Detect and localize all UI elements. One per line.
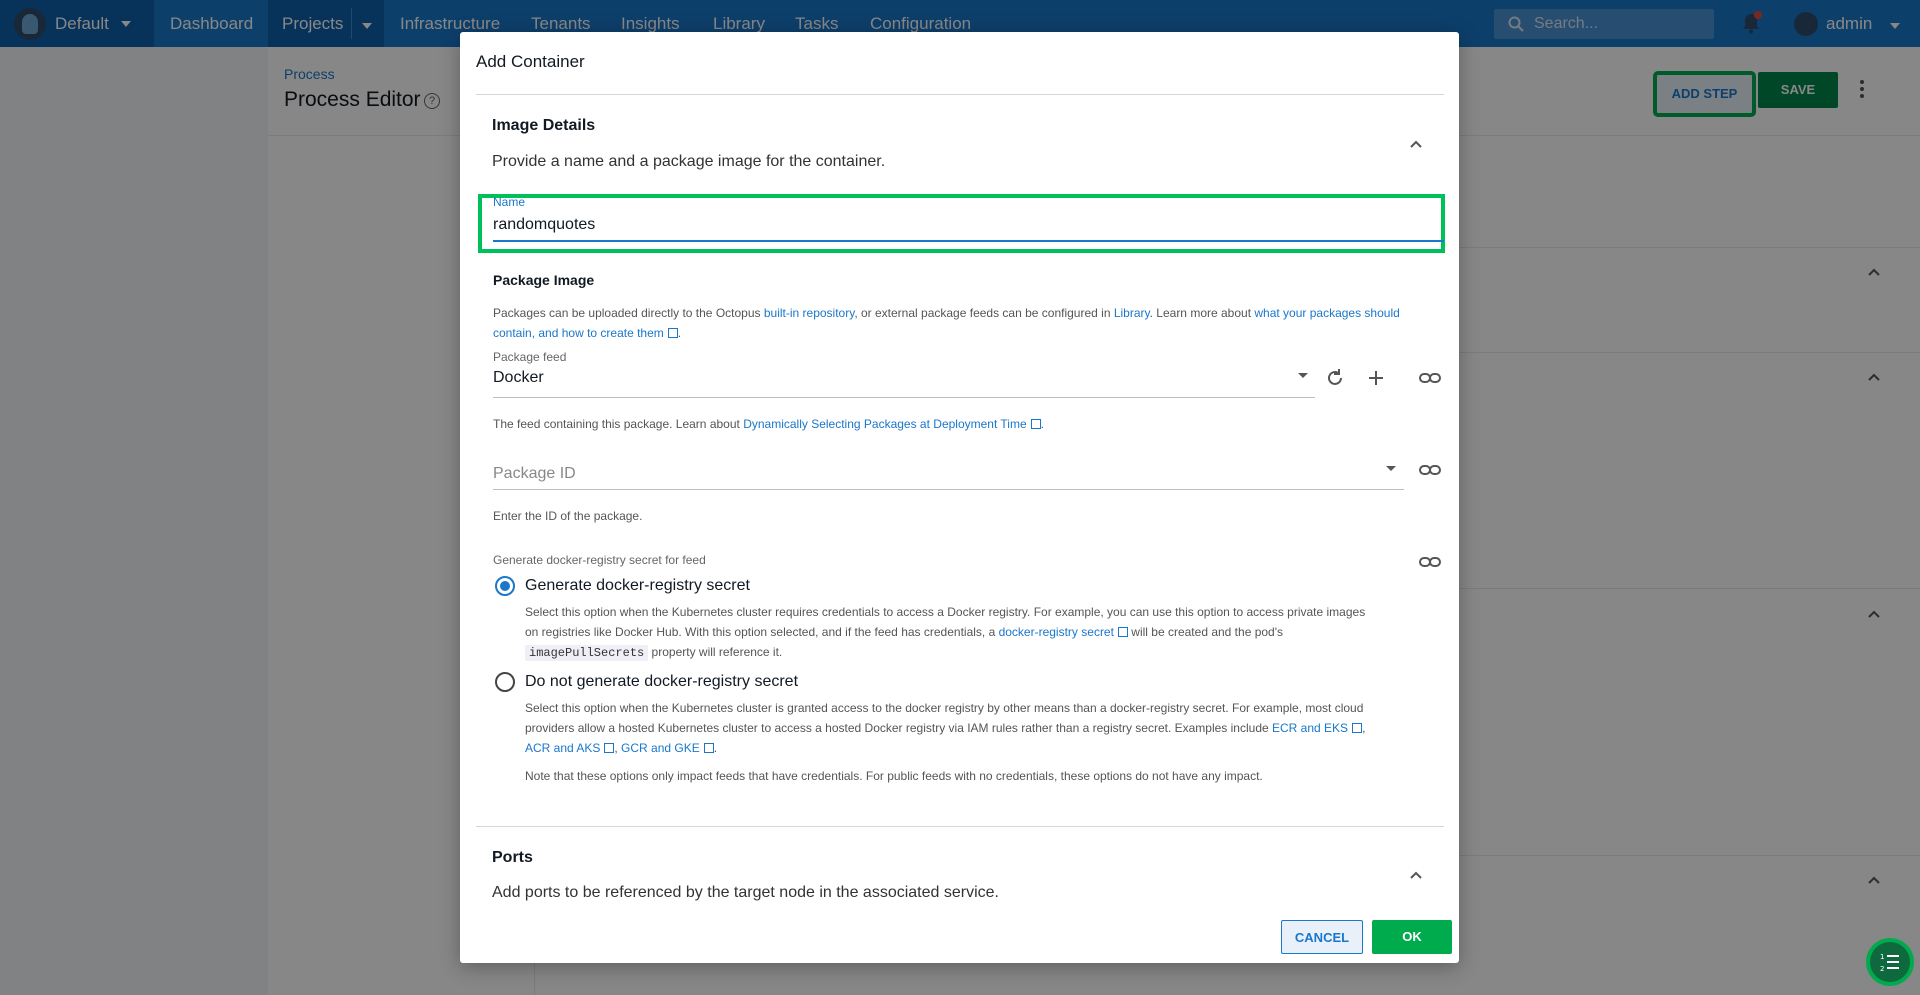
library-link[interactable]: Library [1114,306,1150,320]
generate-secret-help: Select this option when the Kubernetes c… [525,602,1425,663]
name-field-highlight [478,194,1445,253]
external-link-icon [604,743,615,753]
dialog-title: Add Container [476,52,585,71]
svg-text:2: 2 [1880,965,1884,973]
help-text: will be created and the pod's [1127,625,1284,639]
generate-secret-label[interactable]: Generate docker-registry secret [525,577,750,595]
help-text: Select this option when the Kubernetes c… [525,701,1364,715]
chevron-up-icon[interactable] [1408,136,1424,152]
no-secret-label[interactable]: Do not generate docker-registry secret [525,673,798,691]
ports-title[interactable]: Ports [492,849,533,867]
chevron-up-icon[interactable] [1408,867,1424,883]
add-icon[interactable] [1365,367,1387,389]
gcr-gke-link[interactable]: GCR and GKE [621,741,700,755]
built-in-repository-link[interactable]: built-in repository [764,306,854,320]
add-container-dialog [460,32,1459,963]
dropdown-caret-icon[interactable] [1386,466,1396,471]
dropdown-caret-icon[interactable] [1298,373,1308,378]
name-input[interactable]: randomquotes [493,216,595,234]
package-id-underline [493,489,1404,490]
list-icon: 12 [1880,953,1899,973]
secret-label: Generate docker-registry secret for feed [493,553,706,567]
ok-button[interactable]: OK [1372,920,1452,954]
package-image-title: Package Image [493,272,595,288]
help-text: . [677,326,682,340]
help-text: on registries like Docker Hub. With this… [525,625,999,639]
ecr-eks-link[interactable]: ECR and EKS [1272,721,1348,735]
docker-registry-secret-link[interactable]: docker-registry secret [999,625,1114,639]
secret-note: Note that these options only impact feed… [525,769,1263,783]
packages-docs-link[interactable]: contain, and how to create them [493,326,664,340]
dynamic-packages-link[interactable]: Dynamically Selecting Packages at Deploy… [743,417,1026,431]
no-secret-radio[interactable] [495,672,515,692]
help-text: . [1040,417,1044,431]
name-label: Name [493,195,526,209]
help-text: Select this option when the Kubernetes c… [525,605,1366,619]
code-snippet: imagePullSecrets [525,645,649,661]
bind-variable-icon[interactable] [1419,367,1441,389]
package-feed-select[interactable]: Docker [493,369,544,387]
package-id-help: Enter the ID of the package. [493,509,643,523]
ports-description: Add ports to be referenced by the target… [492,884,999,901]
image-details-description: Provide a name and a package image for t… [492,153,886,170]
bind-variable-icon[interactable] [1419,459,1441,481]
list-fab-button[interactable]: 12 [1866,938,1914,986]
help-text: . [713,741,718,755]
acr-aks-link[interactable]: ACR and AKS [525,741,600,755]
image-details-title[interactable]: Image Details [492,117,595,135]
help-text: The feed containing this package. Learn … [493,417,744,431]
svg-text:1: 1 [1880,953,1884,961]
package-image-help: Packages can be uploaded directly to the… [493,303,1438,343]
help-text: . Learn more about [1149,306,1255,320]
external-link-icon [1030,419,1041,429]
external-link-icon [703,743,714,753]
name-underline [493,240,1444,242]
package-feed-label: Package feed [493,350,567,364]
bind-variable-icon[interactable] [1419,551,1441,573]
help-text: , or external package feeds can be confi… [854,306,1114,320]
no-secret-help: Select this option when the Kubernetes c… [525,698,1425,758]
packages-docs-link[interactable]: what your packages should [1254,306,1399,320]
help-text: property will reference it. [648,645,783,659]
package-feed-underline [493,397,1315,398]
cancel-button[interactable]: CANCEL [1281,920,1363,954]
generate-secret-radio[interactable] [495,576,515,596]
package-feed-help: The feed containing this package. Learn … [493,414,1044,434]
external-link-icon [1352,723,1363,733]
help-text: providers allow a hosted Kubernetes clus… [525,721,1273,735]
external-link-icon [1117,627,1128,637]
help-text: Packages can be uploaded directly to the… [493,306,764,320]
package-id-input[interactable]: Package ID [493,465,576,483]
external-link-icon [667,328,678,338]
dialog-divider [476,94,1444,95]
section-divider [476,826,1444,827]
help-text: , [1362,721,1366,735]
refresh-icon[interactable] [1324,367,1346,389]
